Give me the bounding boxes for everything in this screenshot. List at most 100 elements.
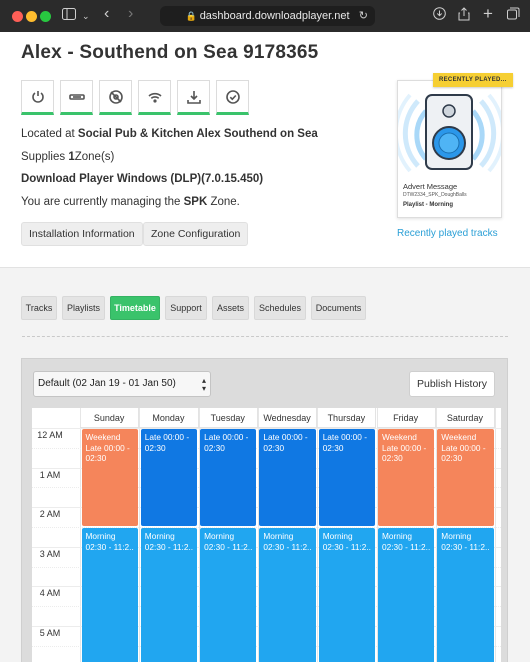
event-text: 02:30 xyxy=(441,453,463,463)
wifi-icon[interactable] xyxy=(138,80,171,115)
event-text: 02:30 xyxy=(263,442,285,453)
day-header: Saturday xyxy=(435,408,496,428)
timetable-grid: Sunday Monday Tuesday Wednesday Thursday Frid… xyxy=(32,408,501,662)
event-text: 02:30 - 11:2.. xyxy=(263,541,312,552)
new-tab-icon[interactable]: + xyxy=(483,5,493,23)
timetable-event[interactable]: Morning 02:30 - 11:2.. xyxy=(437,528,494,662)
tab-schedules[interactable]: Schedules xyxy=(254,296,306,320)
installation-information-button[interactable]: Installation Information xyxy=(21,222,143,246)
hour-label: 12 AM xyxy=(37,430,63,440)
recent-playlist: Playlist - Morning xyxy=(403,202,454,208)
screen-icon[interactable] xyxy=(60,80,93,115)
grid-column-line xyxy=(80,408,81,662)
share-icon[interactable] xyxy=(458,7,470,26)
event-text: Late 00:00 - xyxy=(263,432,308,442)
event-text: 02:30 xyxy=(382,453,403,463)
tab-timetable[interactable]: Timetable xyxy=(110,296,160,320)
event-text: 02:30 xyxy=(204,442,225,453)
browser-toolbar: ⌄ ‹ › 🔒 dashboard.downloadplayer.net ↻ + xyxy=(0,0,530,32)
zoom-window-button[interactable] xyxy=(40,11,51,22)
back-arrow-icon[interactable]: ‹ xyxy=(104,5,109,23)
day-header: Thursday xyxy=(317,408,377,428)
hour-label: 1 AM xyxy=(39,469,61,480)
timetable-event[interactable]: Morning 02:30 - 11:2.. xyxy=(378,528,435,662)
minimize-window-button[interactable] xyxy=(26,11,37,22)
event-text: Late 00:00 - xyxy=(144,432,190,442)
recent-file: DTW2334_SPK_DoughBalls xyxy=(403,192,467,198)
event-text: Morning xyxy=(85,531,116,541)
event-text: Late 00:00 - xyxy=(204,432,249,442)
event-text: Morning xyxy=(263,531,294,541)
hour-label: 5 AM xyxy=(39,628,61,638)
close-window-button[interactable] xyxy=(12,11,23,22)
timetable-event[interactable]: Weekend Late 00:00 -02:30 xyxy=(81,429,138,526)
event-text: 02:30 - 11:2.. xyxy=(322,541,371,552)
managing-zone: SPK xyxy=(183,196,208,208)
timetable-event[interactable]: Late 00:00 -02:30 xyxy=(140,429,198,526)
tabs-section: Tracks Playlists Timetable Support Asset… xyxy=(0,268,530,662)
recently-played-tracks-link[interactable]: Recently played tracks xyxy=(397,228,498,239)
hour-label: 4 AM xyxy=(39,588,61,599)
timetable-event[interactable]: Late 00:00 -02:30 xyxy=(200,429,257,526)
download-icon[interactable] xyxy=(177,80,210,115)
select-arrows-icon: ▴ ▾ xyxy=(201,376,206,393)
address-bar[interactable]: 🔒 dashboard.downloadplayer.net ↻ xyxy=(160,6,375,26)
disk-icon[interactable] xyxy=(99,80,132,115)
event-text: Late 00:00 - xyxy=(382,442,427,453)
event-text: 02:30 xyxy=(322,442,344,453)
sidebar-icon[interactable] xyxy=(62,7,76,25)
chevron-down-icon[interactable]: ⌄ xyxy=(82,7,90,25)
lock-icon: 🔒 xyxy=(185,11,197,21)
event-text: Morning xyxy=(382,531,412,541)
recently-played-card[interactable]: Advert Message DTW2334_SPK_DoughBalls Pl… xyxy=(397,80,502,218)
event-text: Weekend xyxy=(441,432,477,442)
event-text: Late 00:00 - xyxy=(322,432,367,442)
reload-icon[interactable]: ↻ xyxy=(359,6,368,26)
event-text: 02:30 - 11:2.. xyxy=(204,541,253,552)
event-text: 02:30 xyxy=(144,442,166,453)
timetable-event[interactable]: Morning 02:30 - 11:2.. xyxy=(81,528,138,662)
day-header: Wednesday xyxy=(257,408,318,428)
day-header: Monday xyxy=(139,408,199,428)
event-text: Weekend xyxy=(382,432,417,442)
timetable-event[interactable]: Morning 02:30 - 11:2.. xyxy=(259,528,316,662)
tab-overview-icon[interactable] xyxy=(507,7,520,25)
recent-type: Advert Message xyxy=(403,182,458,191)
hour-label: 3 AM xyxy=(39,548,61,559)
event-text: Morning xyxy=(322,531,353,541)
tabs-divider xyxy=(22,336,508,337)
event-text: 02:30 xyxy=(85,453,107,463)
timetable-event[interactable]: Morning 02:30 - 11:2.. xyxy=(200,528,257,662)
hour-label: 2 AM xyxy=(39,509,61,520)
zones-line: Supplies 1Zone(s) xyxy=(21,151,115,163)
grid-column-line xyxy=(495,408,497,662)
timetable-event[interactable]: Late 00:00 -02:30 xyxy=(259,429,316,526)
speaker-illustration-icon xyxy=(398,93,501,173)
tab-documents[interactable]: Documents xyxy=(311,296,366,320)
downloads-icon[interactable] xyxy=(433,7,446,25)
publish-history-button[interactable]: Publish History xyxy=(409,371,496,397)
power-icon[interactable] xyxy=(21,80,54,115)
timetable-event[interactable]: Weekend Late 00:00 -02:30 xyxy=(378,429,435,526)
event-text: 02:30 - 11:2.. xyxy=(85,541,134,552)
event-text: Late 00:00 - xyxy=(85,442,130,453)
timetable-event[interactable]: Morning 02:30 - 11:2.. xyxy=(318,528,375,662)
zone-configuration-button[interactable]: Zone Configuration xyxy=(143,222,249,246)
timetable-event[interactable]: Morning 02:30 - 11:2.. xyxy=(140,528,198,662)
schedule-select[interactable]: Default (02 Jan 19 - 01 Jan 50) ▴ ▾ xyxy=(33,371,211,397)
event-text: Morning xyxy=(441,531,472,541)
tab-playlists[interactable]: Playlists xyxy=(62,296,105,320)
timetable-event[interactable]: Weekend Late 00:00 -02:30 xyxy=(437,429,494,526)
event-text: 02:30 - 11:2.. xyxy=(382,541,431,552)
timetable-event[interactable]: Late 00:00 -02:30 xyxy=(318,429,375,526)
event-text: Morning xyxy=(144,531,175,541)
tab-assets[interactable]: Assets xyxy=(212,296,249,320)
tab-support[interactable]: Support xyxy=(165,296,207,320)
page-title: Alex - Southend on Sea 9178365 xyxy=(21,42,319,63)
day-header: Tuesday xyxy=(198,408,258,428)
check-circle-icon[interactable] xyxy=(216,80,249,115)
tab-tracks[interactable]: Tracks xyxy=(21,296,57,320)
location-line: Located at Social Pub & Kitchen Alex Sou… xyxy=(21,128,318,140)
forward-arrow-icon[interactable]: › xyxy=(128,5,133,23)
timetable-panel: Default (02 Jan 19 - 01 Jan 50) ▴ ▾ Publi… xyxy=(21,358,508,662)
